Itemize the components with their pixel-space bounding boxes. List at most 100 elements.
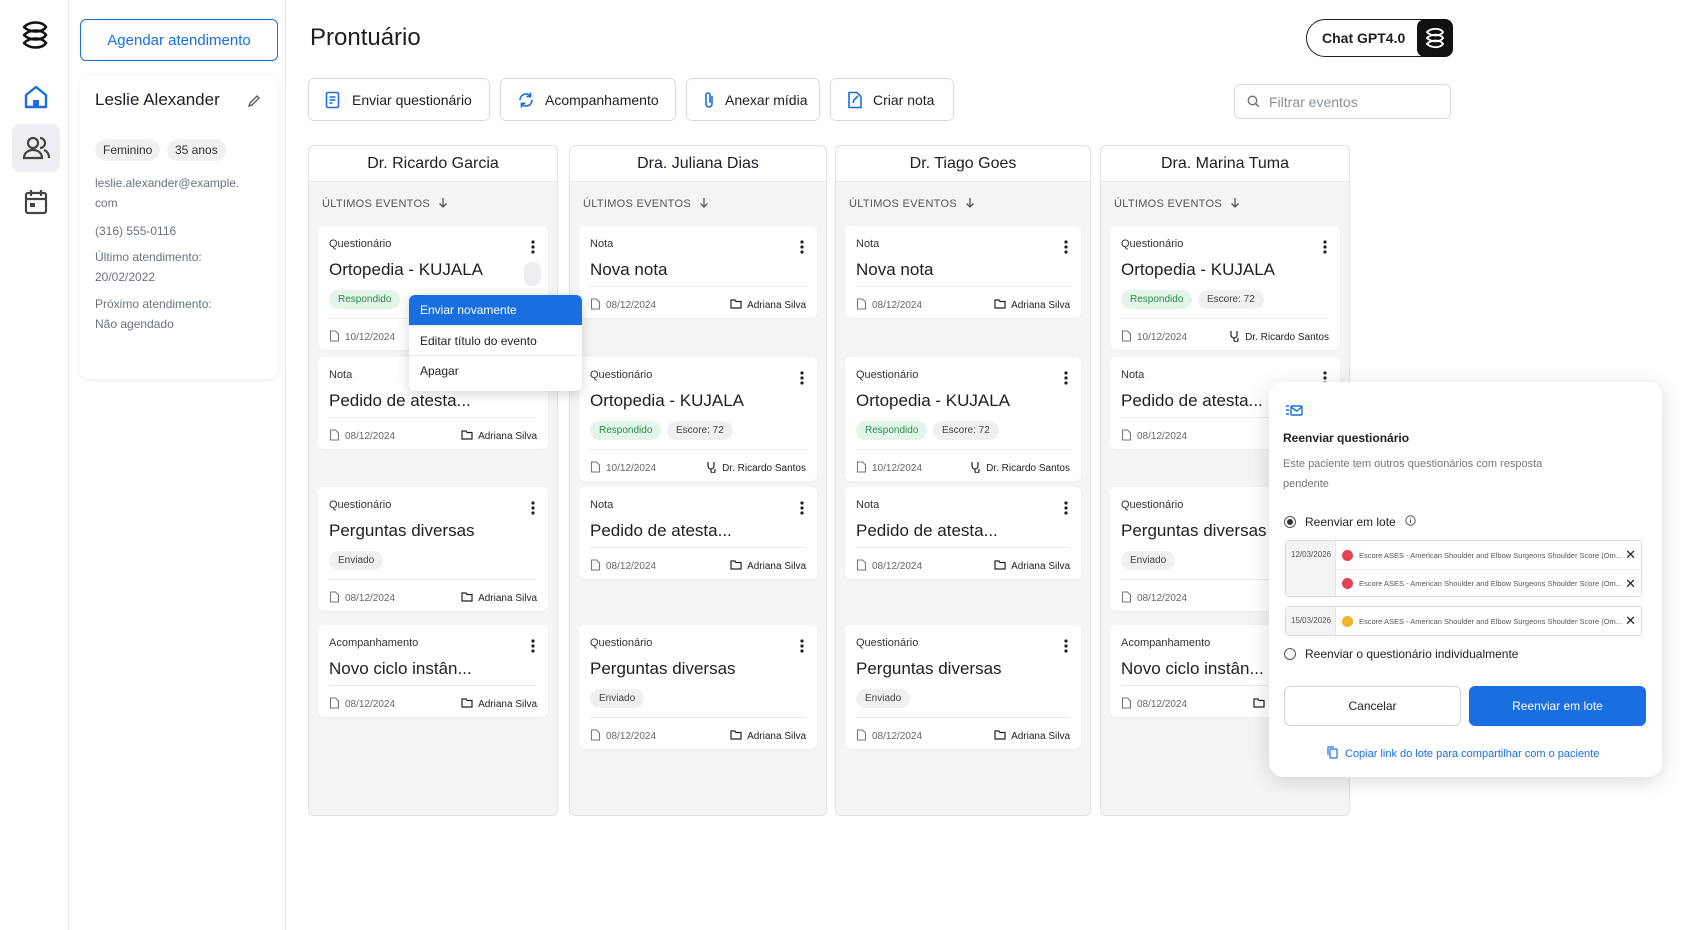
resend-batch-button[interactable]: Reenviar em lote bbox=[1469, 686, 1646, 726]
document-icon bbox=[1121, 591, 1132, 606]
menu-edit-title[interactable]: Editar título do evento bbox=[409, 325, 582, 355]
event-type: Questionário bbox=[329, 238, 392, 250]
schedule-button[interactable]: Agendar atendimento bbox=[80, 19, 278, 61]
sort-recent-events[interactable]: ÚLTIMOS EVENTOS bbox=[849, 197, 975, 211]
sort-recent-events[interactable]: ÚLTIMOS EVENTOS bbox=[322, 197, 448, 211]
filter-input[interactable]: Filtrar eventos bbox=[1234, 84, 1451, 119]
event-author: Adriana Silva bbox=[478, 593, 537, 604]
menu-resend[interactable]: Enviar novamente bbox=[409, 295, 582, 325]
patient-name: Leslie Alexander bbox=[95, 90, 220, 109]
event-footer: 08/12/2024 Adriana Silva bbox=[590, 559, 806, 574]
event-card[interactable]: Acompanhamento Novo ciclo instân... 08/12/… bbox=[318, 625, 548, 717]
event-author: Adriana Silva bbox=[747, 731, 806, 742]
copy-link[interactable]: Copiar link do lote para compartilhar co… bbox=[1327, 746, 1599, 762]
document-icon bbox=[1121, 697, 1132, 712]
divider bbox=[329, 685, 537, 686]
event-date: 08/12/2024 bbox=[1137, 699, 1188, 710]
nav-patients[interactable] bbox=[12, 124, 60, 172]
document-icon bbox=[590, 729, 601, 744]
event-type: Nota bbox=[856, 499, 880, 511]
status-badge: Respondido bbox=[329, 290, 401, 309]
modal-title: Reenviar questionário bbox=[1283, 431, 1410, 445]
kebab-menu-icon[interactable] bbox=[1323, 240, 1327, 259]
event-card[interactable]: Nota Pedido de atesta... 08/12/2024 Adriana… bbox=[845, 487, 1081, 579]
kebab-menu-icon[interactable] bbox=[800, 639, 804, 658]
status-badge: Enviado bbox=[1121, 551, 1176, 570]
kebab-menu-icon[interactable] bbox=[531, 240, 535, 259]
event-card[interactable]: Questionário Perguntas diversas Enviado 08/… bbox=[579, 625, 817, 749]
event-date: 10/12/2024 bbox=[345, 332, 396, 343]
kebab-menu-icon[interactable] bbox=[1064, 501, 1068, 520]
create-note-button[interactable]: Criar nota bbox=[830, 78, 954, 121]
cancel-button[interactable]: Cancelar bbox=[1284, 686, 1461, 726]
event-card[interactable]: Questionário Perguntas diversas Enviado 08/… bbox=[845, 625, 1081, 749]
doctor-name: Dr. Tiago Goes bbox=[836, 146, 1090, 182]
patient-phone: (316) 555-0116 bbox=[95, 224, 177, 238]
email-line: com bbox=[95, 196, 118, 210]
sort-recent-events[interactable]: ÚLTIMOS EVENTOS bbox=[1114, 197, 1240, 211]
kebab-menu-icon[interactable] bbox=[531, 639, 535, 658]
kebab-menu-icon[interactable] bbox=[800, 240, 804, 259]
doctor-column: Dr. Ricardo Garcia ÚLTIMOS EVENTOS Questio… bbox=[308, 145, 558, 816]
remove-icon[interactable]: ✕ bbox=[1625, 547, 1636, 563]
document-icon bbox=[329, 429, 340, 444]
attach-media-button[interactable]: Anexar mídia bbox=[686, 78, 820, 121]
nav-calendar[interactable] bbox=[12, 178, 60, 226]
next-visit-value: Não agendado bbox=[95, 317, 174, 331]
chat-gpt-button[interactable]: Chat GPT4.0 bbox=[1306, 19, 1453, 57]
menu-delete[interactable]: Apagar bbox=[409, 355, 582, 385]
event-title: Perguntas diversas bbox=[590, 659, 736, 678]
folder-icon bbox=[461, 430, 473, 443]
radio-individual[interactable]: Reenviar o questionário individualmente bbox=[1284, 647, 1518, 661]
document-icon bbox=[1121, 330, 1132, 345]
patient-card: Leslie Alexander Feminino 35 anos leslie… bbox=[80, 76, 278, 379]
kebab-menu-icon[interactable] bbox=[531, 501, 535, 520]
lote-item: Escore ASES - American Shoulder and Elbo… bbox=[1336, 541, 1641, 569]
app-logo[interactable] bbox=[20, 19, 50, 56]
event-card[interactable]: Nota Nova nota 08/12/2024 Adriana Silva bbox=[845, 226, 1081, 318]
kebab-menu-icon[interactable] bbox=[800, 371, 804, 390]
kebab-menu-icon[interactable] bbox=[800, 501, 804, 520]
event-author: Dr. Ricardo Santos bbox=[986, 463, 1070, 474]
doctor-column: Dr. Tiago Goes ÚLTIMOS EVENTOS Nota Nova no… bbox=[835, 145, 1091, 816]
folder-icon bbox=[994, 730, 1006, 743]
radio-lote-circle[interactable] bbox=[1284, 516, 1296, 528]
follow-up-button[interactable]: Acompanhamento bbox=[500, 78, 676, 121]
divider bbox=[856, 717, 1070, 718]
divider bbox=[1121, 318, 1329, 319]
kebab-menu-icon[interactable] bbox=[1064, 639, 1068, 658]
event-type: Nota bbox=[590, 499, 614, 511]
folder-icon bbox=[461, 592, 473, 605]
kebab-menu-icon[interactable] bbox=[1064, 371, 1068, 390]
remove-icon[interactable]: ✕ bbox=[1625, 576, 1636, 592]
arrow-down-icon bbox=[1230, 197, 1240, 211]
lote-item: Escore ASES - American Shoulder and Elbo… bbox=[1336, 607, 1641, 635]
remove-icon[interactable]: ✕ bbox=[1625, 613, 1636, 629]
radio-individual-circle[interactable] bbox=[1284, 648, 1296, 660]
kebab-menu-icon[interactable] bbox=[1064, 240, 1068, 259]
radio-lote[interactable]: Reenviar em lote bbox=[1284, 515, 1416, 529]
event-footer: 10/12/2024 Dr. Ricardo Santos bbox=[856, 461, 1070, 476]
event-card[interactable]: Questionário Ortopedia - KUJALA Respondido… bbox=[1110, 226, 1340, 350]
event-card[interactable]: Questionário Perguntas diversas Enviado 08/… bbox=[318, 487, 548, 611]
event-card[interactable]: Nota Pedido de atesta... 08/12/2024 Adriana… bbox=[579, 487, 817, 579]
event-card[interactable]: Questionário Ortopedia - KUJALA Respondido… bbox=[845, 357, 1081, 481]
send-questionnaire-button[interactable]: Enviar questionário bbox=[308, 78, 490, 121]
event-card[interactable]: Questionário Ortopedia - KUJALA Respondido… bbox=[579, 357, 817, 481]
next-visit: Próximo atendimento: Não agendado bbox=[95, 294, 265, 334]
event-type: Questionário bbox=[590, 369, 653, 381]
sort-recent-events[interactable]: ÚLTIMOS EVENTOS bbox=[583, 197, 709, 211]
patient-email: leslie.alexander@example. com bbox=[95, 173, 265, 213]
age-chip: 35 anos bbox=[167, 139, 226, 161]
event-date: 08/12/2024 bbox=[1137, 593, 1188, 604]
event-footer: 08/12/2024 Adriana Silva bbox=[856, 298, 1070, 313]
document-icon bbox=[590, 298, 601, 313]
status-dot bbox=[1342, 615, 1353, 627]
document-icon bbox=[590, 559, 601, 574]
document-icon bbox=[856, 298, 867, 313]
event-card[interactable]: Nota Nova nota 08/12/2024 Adriana Silva bbox=[579, 226, 817, 318]
event-type: Nota bbox=[590, 238, 614, 250]
edit-icon[interactable] bbox=[247, 94, 261, 113]
status-badge: Enviado bbox=[590, 689, 645, 708]
nav-home[interactable] bbox=[12, 73, 60, 121]
